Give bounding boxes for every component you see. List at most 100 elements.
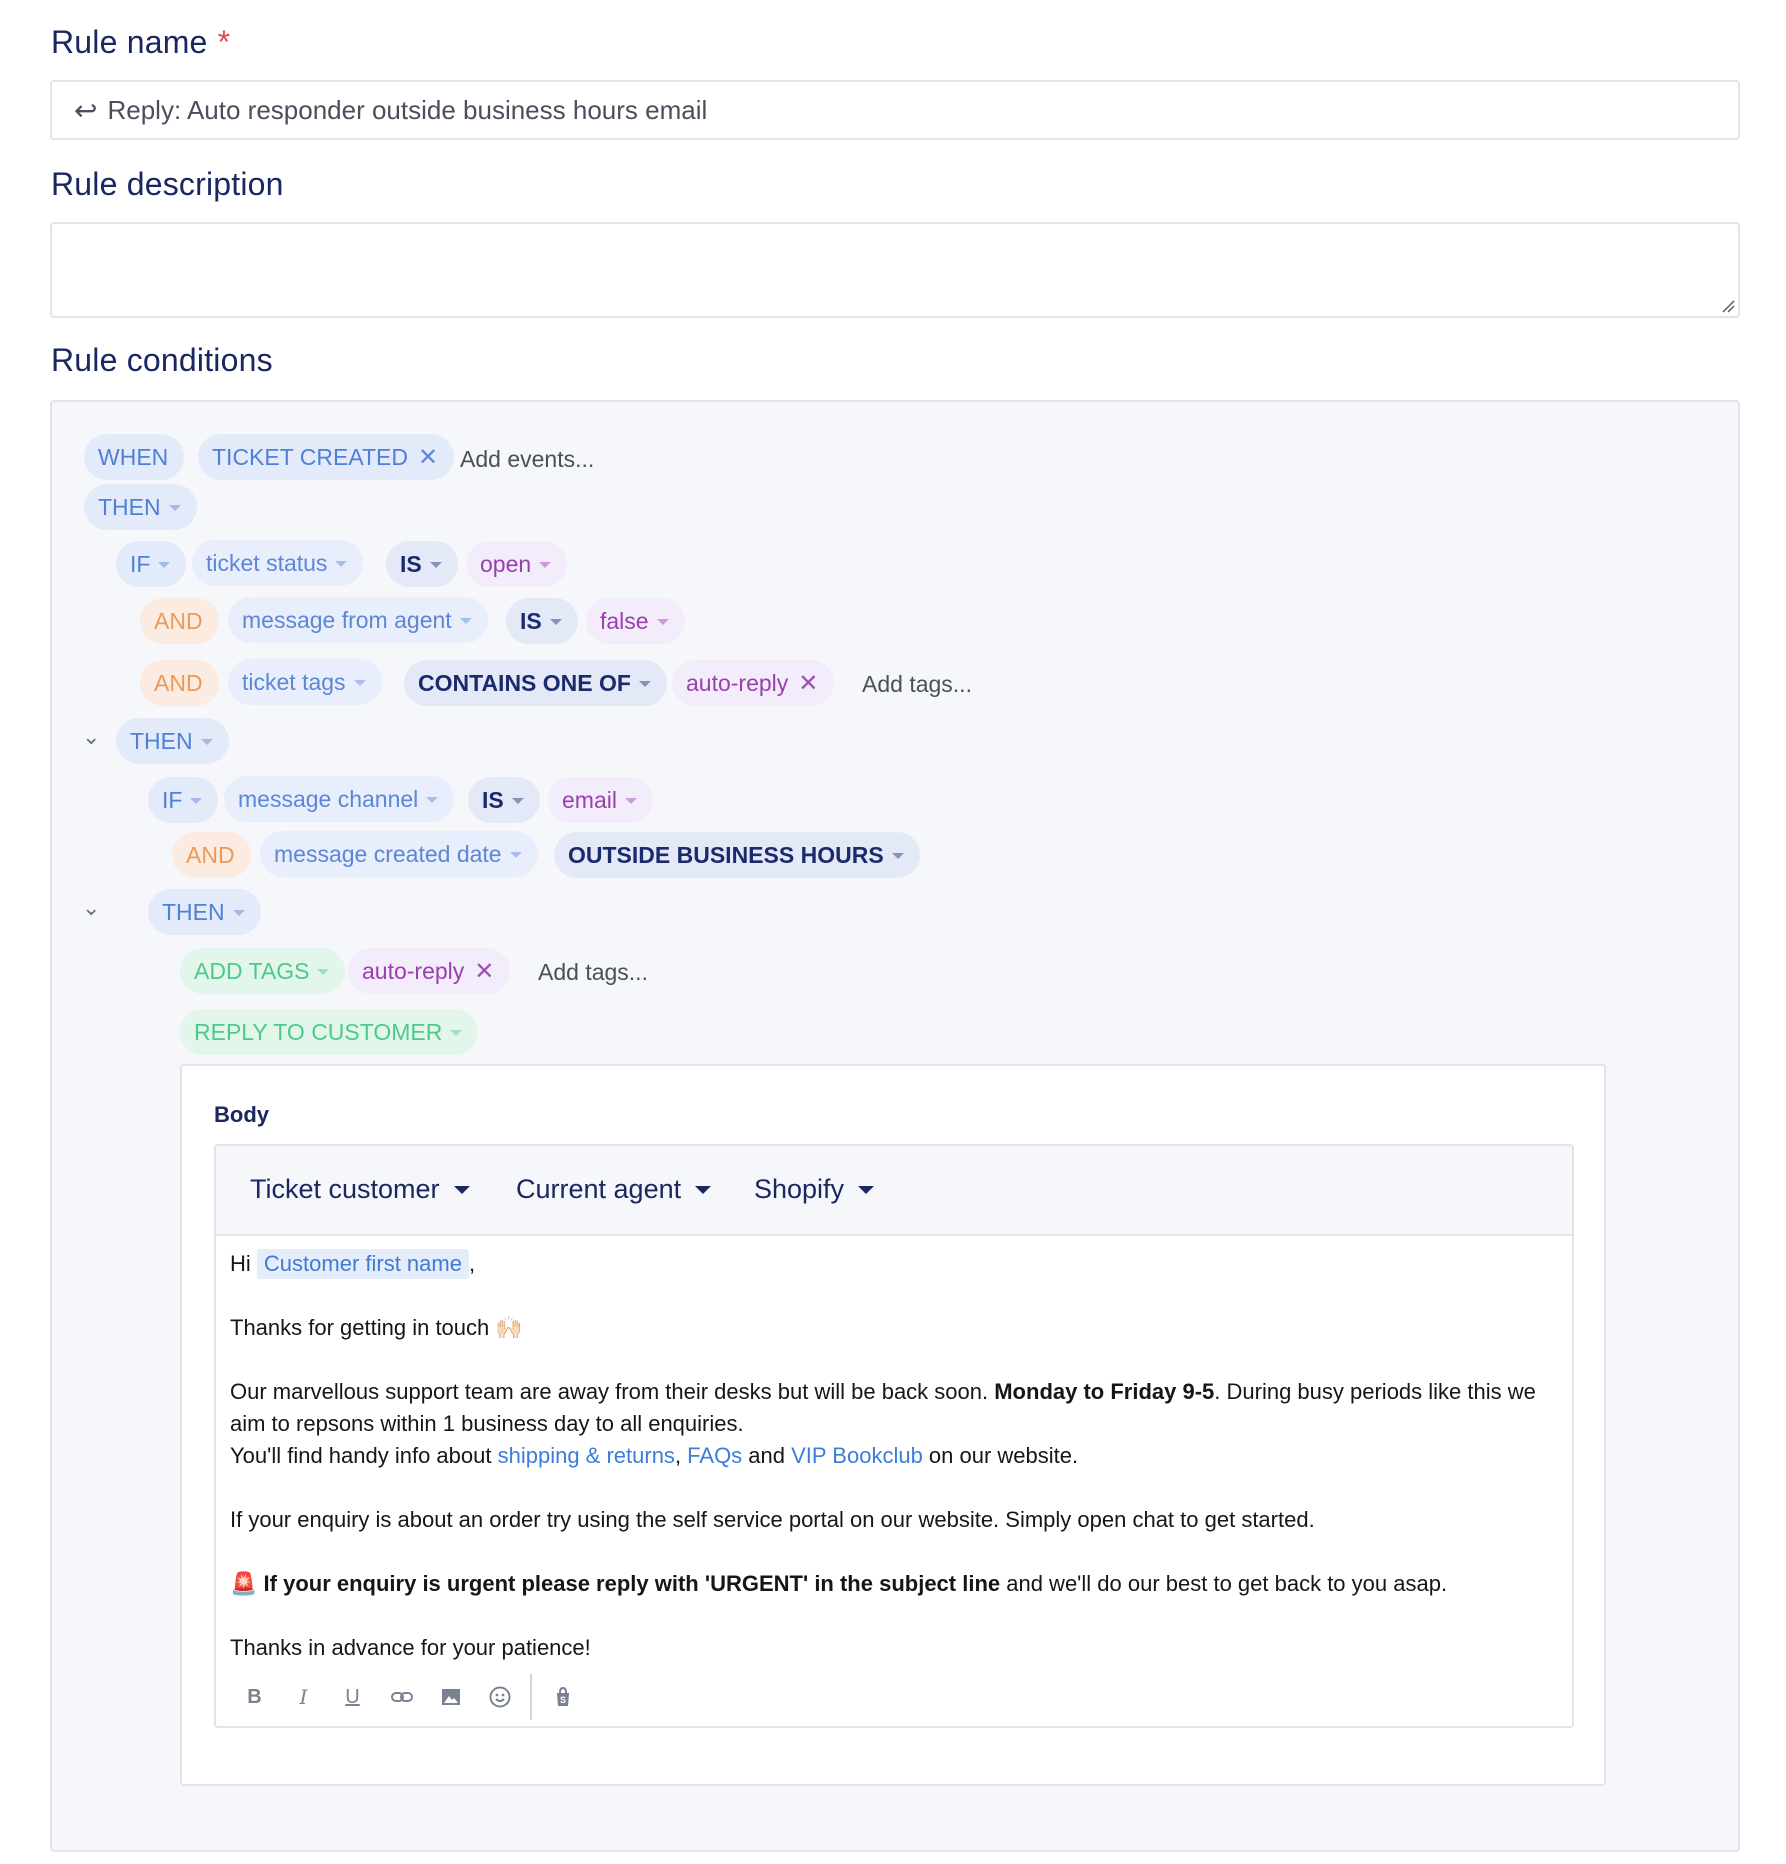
away-paragraph: Our marvellous support team are away fro… xyxy=(230,1376,1550,1440)
rule-name-label: Rule name * xyxy=(51,24,231,60)
shipping-returns-link[interactable]: shipping & returns xyxy=(498,1443,675,1468)
chevron-down-icon xyxy=(429,562,442,568)
chevron-down-icon xyxy=(509,852,522,858)
chevron-down-icon xyxy=(353,680,366,686)
action-reply-to-customer[interactable]: REPLY TO CUSTOMER xyxy=(180,1009,479,1055)
urgent-bold-text: If your enquiry is urgent please reply w… xyxy=(263,1571,1001,1596)
condition-operator-is[interactable]: IS xyxy=(506,598,578,644)
collapse-chevron-icon[interactable]: ⌄ xyxy=(82,724,100,750)
message-body-content[interactable]: Hi Customer first name, Thanks for getti… xyxy=(230,1248,1550,1664)
condition-field-message-created-date[interactable]: message created date xyxy=(260,831,538,877)
info-and: and xyxy=(742,1443,792,1468)
chevron-down-icon xyxy=(200,739,213,745)
action-add-tags[interactable]: ADD TAGS xyxy=(180,948,346,994)
current-agent-variables-dropdown[interactable]: Current agent xyxy=(516,1174,712,1205)
image-icon[interactable] xyxy=(426,1677,475,1717)
bold-icon[interactable]: B xyxy=(230,1677,279,1717)
urgent-line: 🚨 If your enquiry is urgent please reply… xyxy=(230,1568,1550,1600)
event-chip-ticket-created[interactable]: TICKET CREATED ✕ xyxy=(198,434,455,480)
rule-description-textarea[interactable] xyxy=(50,222,1740,318)
link-icon[interactable] xyxy=(377,1677,426,1717)
chevron-down-icon xyxy=(190,798,203,804)
rule-description-label: Rule description xyxy=(51,166,284,202)
chevron-down-icon xyxy=(232,910,245,916)
self-service-line: If your enquiry is about an order try us… xyxy=(230,1507,1315,1532)
and-keyword-1: AND xyxy=(140,598,219,644)
condition-field-ticket-tags[interactable]: ticket tags xyxy=(228,659,382,705)
chevron-down-icon xyxy=(549,619,562,625)
add-events-input[interactable]: Add events... xyxy=(446,436,610,482)
then-block-1[interactable]: THEN xyxy=(84,484,197,530)
info-text-end: on our website. xyxy=(922,1443,1079,1468)
tag-chip-auto-reply[interactable]: auto-reply ✕ xyxy=(672,660,835,706)
collapse-chevron-icon[interactable]: ⌄ xyxy=(82,895,100,921)
underline-icon[interactable]: U xyxy=(328,1677,377,1717)
condition-value-false[interactable]: false xyxy=(586,598,685,644)
then-block-2[interactable]: THEN xyxy=(116,718,229,764)
and-keyword-2: AND xyxy=(140,660,219,706)
message-body-editor[interactable]: Ticket customer Current agent Shopify Hi… xyxy=(214,1144,1574,1728)
urgent-rest-text: and we'll do our best to get back to you… xyxy=(1000,1571,1448,1596)
chevron-down-icon xyxy=(891,853,904,859)
if-block-2[interactable]: IF xyxy=(148,777,219,823)
caret-down-icon xyxy=(858,1185,875,1194)
remove-tag-icon[interactable]: ✕ xyxy=(798,669,818,698)
remove-tag-icon[interactable]: ✕ xyxy=(474,957,494,986)
chevron-down-icon xyxy=(459,618,472,624)
chevron-down-icon xyxy=(656,619,669,625)
reply-icon: ↩ xyxy=(74,94,98,126)
condition-value-email[interactable]: email xyxy=(548,777,653,823)
condition-operator-contains-one-of[interactable]: CONTAINS ONE OF xyxy=(404,660,667,706)
faqs-link[interactable]: FAQs xyxy=(687,1443,742,1468)
chevron-down-icon xyxy=(450,1030,463,1036)
condition-operator-is[interactable]: IS xyxy=(468,777,540,823)
chevron-down-icon xyxy=(539,562,552,568)
shopify-icon[interactable]: S xyxy=(538,1677,587,1717)
caret-down-icon xyxy=(453,1185,470,1194)
vip-bookclub-link[interactable]: VIP Bookclub xyxy=(791,1443,923,1468)
siren-icon: 🚨 xyxy=(230,1571,258,1596)
condition-operator-outside-business-hours[interactable]: OUTSIDE BUSINESS HOURS xyxy=(554,832,920,878)
resize-handle-icon[interactable] xyxy=(1721,299,1735,313)
customer-first-name-variable[interactable]: Customer first name xyxy=(256,1249,469,1279)
condition-field-message-from-agent[interactable]: message from agent xyxy=(228,597,488,643)
remove-event-icon[interactable]: ✕ xyxy=(418,443,438,472)
info-line: You'll find handy info about shipping & … xyxy=(230,1440,1550,1472)
emoji-icon[interactable] xyxy=(475,1677,524,1717)
chevron-down-icon xyxy=(158,562,171,568)
condition-field-ticket-status[interactable]: ticket status xyxy=(192,540,364,586)
add-tags-input[interactable]: Add tags... xyxy=(848,661,988,707)
rule-conditions-label: Rule conditions xyxy=(51,342,273,378)
chevron-down-icon xyxy=(317,969,330,975)
and-keyword-3: AND xyxy=(172,832,251,878)
caret-down-icon xyxy=(695,1185,712,1194)
condition-value-open[interactable]: open xyxy=(466,541,568,587)
formatting-toolbar: B I U S xyxy=(230,1674,587,1720)
add-tags-input[interactable]: Add tags... xyxy=(524,949,664,995)
required-asterisk: * xyxy=(217,24,231,60)
chevron-down-icon xyxy=(638,681,651,687)
rule-name-input[interactable]: ↩ Reply: Auto responder outside business… xyxy=(50,80,1740,140)
condition-operator-is[interactable]: IS xyxy=(386,541,458,587)
chevron-down-icon xyxy=(511,798,524,804)
if-block-1[interactable]: IF xyxy=(116,541,187,587)
toolbar-divider xyxy=(530,1674,532,1720)
rule-name-value: Reply: Auto responder outside business h… xyxy=(107,94,708,125)
condition-field-message-channel[interactable]: message channel xyxy=(224,776,455,822)
ticket-customer-variables-dropdown[interactable]: Ticket customer xyxy=(250,1174,470,1205)
greeting-comma: , xyxy=(468,1251,476,1276)
info-text: You'll find handy info about xyxy=(230,1443,498,1468)
away-text: Our marvellous support team are away fro… xyxy=(230,1379,995,1404)
then-block-3[interactable]: THEN xyxy=(148,889,261,935)
chevron-down-icon xyxy=(426,797,439,803)
svg-text:S: S xyxy=(559,1695,565,1705)
body-label: Body xyxy=(214,1102,269,1127)
italic-icon[interactable]: I xyxy=(279,1677,328,1717)
when-keyword: WHEN xyxy=(84,434,185,480)
info-comma: , xyxy=(674,1443,688,1468)
business-hours-bold: Monday to Friday 9-5 xyxy=(994,1379,1215,1404)
shopify-variables-dropdown[interactable]: Shopify xyxy=(754,1174,875,1205)
greeting-line: Hi Customer first name, xyxy=(230,1248,1550,1280)
tag-chip-auto-reply[interactable]: auto-reply ✕ xyxy=(348,948,511,994)
chevron-down-icon xyxy=(624,798,637,804)
